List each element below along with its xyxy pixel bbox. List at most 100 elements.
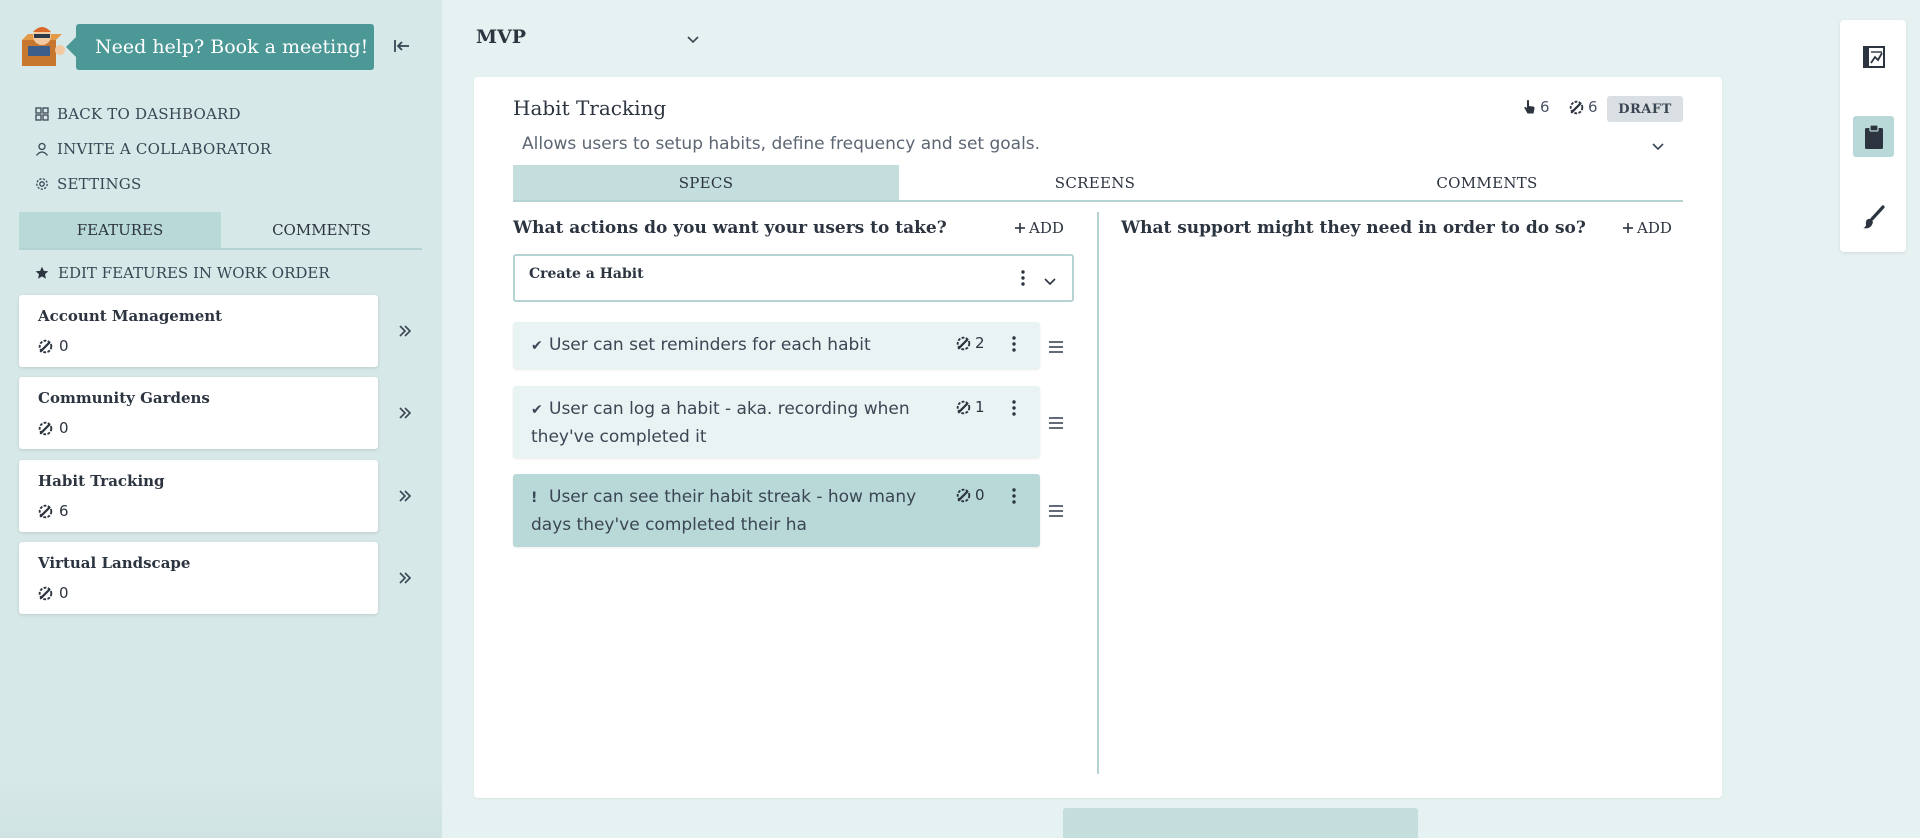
feature-card-account-management[interactable]: Account Management 0 (19, 295, 378, 367)
spec-subcount: 1 (956, 398, 985, 416)
spec-menu-button[interactable] (1012, 336, 1016, 356)
back-to-dashboard-link[interactable]: BACK TO DASHBOARD (35, 96, 271, 131)
user-icon (35, 142, 49, 156)
feature-name: Community Gardens (38, 389, 210, 407)
spec-text-value: User can see their habit streak - how ma… (531, 487, 917, 535)
spec-menu-button[interactable] (1012, 400, 1016, 420)
back-to-dashboard-label: BACK TO DASHBOARD (57, 104, 241, 123)
open-feature-account-management[interactable] (396, 322, 414, 340)
tab-screens[interactable]: SCREENS (899, 165, 1291, 200)
feature-name: Account Management (38, 307, 223, 325)
click-count: 6 (1523, 98, 1550, 116)
feature-spec-count: 0 (38, 419, 69, 437)
spec-subcount-value: 2 (975, 334, 985, 352)
wrench-gear-icon (38, 504, 53, 518)
edit-work-order-link[interactable]: EDIT FEATURES IN WORK ORDER (35, 264, 330, 282)
drag-handle-icon (1049, 341, 1063, 353)
tab-sidebar-comments[interactable]: COMMENTS (221, 212, 422, 248)
stage-selector[interactable]: MVP (476, 26, 526, 48)
blueprint-tool-button[interactable] (1853, 36, 1894, 77)
spec-subcount: 2 (956, 334, 985, 352)
feature-spec-count: 0 (38, 584, 69, 602)
kebab-menu-icon (1012, 400, 1016, 416)
wrench-gear-icon (956, 488, 971, 502)
description-expand-toggle[interactable] (1651, 137, 1665, 156)
clipboard-tool-button[interactable] (1853, 116, 1894, 157)
tab-screens-label: SCREENS (1054, 173, 1136, 192)
action-select[interactable]: Create a Habit (513, 254, 1074, 302)
open-feature-habit-tracking[interactable] (396, 487, 414, 505)
feature-card-community-gardens[interactable]: Community Gardens 0 (19, 377, 378, 449)
drag-handle[interactable] (1048, 339, 1064, 353)
invite-collaborator-label: INVITE A COLLABORATOR (57, 139, 272, 158)
spec-card[interactable]: ✔ User can set reminders for each habit 2 (513, 322, 1040, 369)
bottom-panel-handle[interactable] (1063, 808, 1418, 838)
chevron-down-icon (1044, 278, 1056, 286)
chevron-double-right-icon (399, 572, 412, 584)
open-feature-community-gardens[interactable] (396, 404, 414, 422)
spec-menu-button[interactable] (1012, 488, 1016, 508)
star-icon (35, 266, 49, 279)
add-support-label: ADD (1637, 219, 1672, 237)
feature-card-virtual-landscape[interactable]: Virtual Landscape 0 (19, 542, 378, 614)
drag-handle-icon (1049, 505, 1063, 517)
spec-card[interactable]: ✔ User can log a habit - aka. recording w… (513, 386, 1040, 458)
open-feature-virtual-landscape[interactable] (396, 569, 414, 587)
feature-spec-count-value: 0 (59, 337, 69, 355)
tab-specs[interactable]: SPECS (513, 165, 899, 200)
settings-label: SETTINGS (57, 174, 142, 193)
brush-icon (1862, 204, 1885, 228)
stage-selector-toggle[interactable] (686, 30, 700, 49)
spec-text: ✔ User can log a habit - aka. recording w… (531, 396, 931, 451)
kebab-menu-icon (1012, 336, 1016, 352)
warning-icon: ! (531, 490, 538, 506)
tab-comments[interactable]: COMMENTS (1291, 165, 1683, 200)
feature-tabs: SPECS SCREENS COMMENTS (513, 165, 1683, 202)
sidebar-tabs: FEATURES COMMENTS (19, 212, 422, 250)
feature-spec-count-value: 0 (59, 584, 69, 602)
check-icon: ✔ (531, 402, 543, 418)
invite-collaborator-link[interactable]: INVITE A COLLABORATOR (35, 131, 271, 166)
status-badge-label: DRAFT (1618, 101, 1672, 117)
feature-card-habit-tracking[interactable]: Habit Tracking 6 (19, 460, 378, 532)
action-select-toggle[interactable] (1043, 272, 1057, 291)
drag-handle[interactable] (1048, 503, 1064, 517)
settings-link[interactable]: SETTINGS (35, 166, 271, 201)
feature-title[interactable]: Habit Tracking (513, 96, 666, 120)
tab-features[interactable]: FEATURES (19, 212, 221, 248)
edit-work-order-label: EDIT FEATURES IN WORK ORDER (58, 264, 330, 282)
chevron-double-right-icon (399, 407, 412, 419)
feature-spec-count: 0 (38, 337, 69, 355)
grid-icon (35, 106, 49, 121)
collapse-sidebar-button[interactable] (392, 34, 412, 58)
actions-question: What actions do you want your users to t… (513, 218, 947, 238)
add-action-button[interactable]: ADD (1014, 219, 1064, 237)
chevron-down-icon (1652, 143, 1664, 151)
tab-features-label: FEATURES (76, 221, 164, 239)
column-divider (1097, 212, 1099, 774)
brush-tool-button[interactable] (1853, 196, 1894, 237)
blueprint-icon (1862, 45, 1885, 68)
spec-card[interactable]: ! User can see their habit streak - how m… (513, 474, 1040, 547)
tab-specs-label: SPECS (678, 173, 734, 192)
feature-description[interactable]: Allows users to setup habits, define fre… (522, 134, 1040, 154)
sidebar: Need help? Book a meeting! BACK TO DASHB… (0, 0, 442, 838)
spec-text-value: User can set reminders for each habit (549, 335, 871, 355)
logo-icon[interactable] (18, 22, 68, 68)
drag-handle-icon (1049, 417, 1063, 429)
status-badge: DRAFT (1607, 96, 1683, 122)
action-menu-button[interactable] (1021, 270, 1025, 290)
wrench-gear-icon (1569, 100, 1584, 114)
add-support-button[interactable]: ADD (1622, 219, 1672, 237)
pointer-icon (1524, 100, 1535, 114)
book-meeting-button[interactable]: Need help? Book a meeting! (66, 24, 374, 70)
wrench-gear-icon (38, 339, 53, 353)
chevron-down-icon (687, 36, 699, 44)
chevron-double-right-icon (399, 325, 412, 337)
right-toolbar (1840, 20, 1906, 252)
drag-handle[interactable] (1048, 415, 1064, 429)
wrench-gear-icon (38, 586, 53, 600)
wrench-gear-icon (956, 336, 971, 350)
support-question: What support might they need in order to… (1121, 218, 1586, 238)
feature-spec-count-value: 0 (59, 419, 69, 437)
